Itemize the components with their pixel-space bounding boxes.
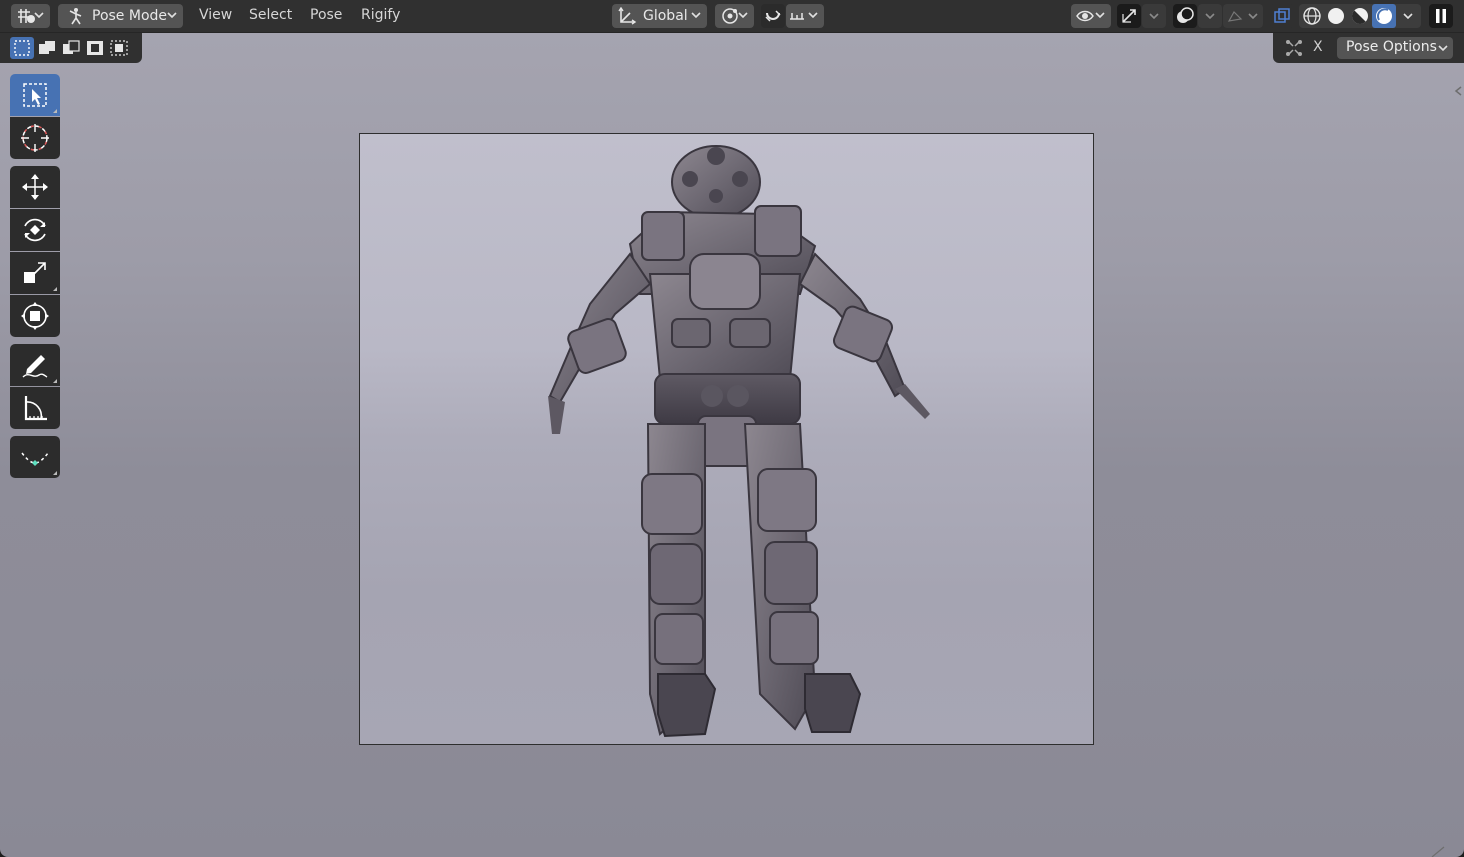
xray-icon bbox=[1274, 8, 1290, 23]
rotate-icon bbox=[24, 218, 46, 242]
tool-transform[interactable] bbox=[10, 295, 60, 337]
pivot-point-dropdown[interactable] bbox=[715, 4, 754, 28]
menu-rigify[interactable]: Rigify bbox=[361, 7, 400, 23]
menu-pose[interactable]: Pose bbox=[310, 7, 342, 23]
select-subtract-icon[interactable] bbox=[59, 37, 83, 59]
wireframe-shading-icon[interactable] bbox=[1300, 4, 1324, 28]
pose-options-dropdown[interactable]: Pose Options bbox=[1337, 37, 1453, 59]
tool-rotate[interactable] bbox=[10, 209, 60, 251]
pose-options-bar: X Pose Options bbox=[1273, 33, 1464, 63]
move-icon bbox=[22, 174, 48, 200]
transform-orientation-dropdown[interactable]: Global bbox=[612, 4, 707, 28]
menu-view[interactable]: View bbox=[199, 7, 232, 23]
selection-mode-bar bbox=[0, 33, 142, 63]
orientation-axes-icon bbox=[618, 7, 637, 25]
select-box-icon bbox=[23, 83, 47, 107]
solid-shading-icon[interactable] bbox=[1324, 4, 1348, 28]
tool-cursor[interactable] bbox=[10, 117, 60, 159]
snap-increment-icon bbox=[790, 13, 804, 20]
rendered-shading-icon bbox=[1376, 8, 1392, 24]
chevron-down-icon bbox=[808, 12, 818, 19]
render-preview-frame bbox=[359, 133, 1094, 745]
chevron-down-icon bbox=[1149, 13, 1159, 20]
bone-mirror-icon[interactable] bbox=[1283, 38, 1305, 58]
rendered-shading-button[interactable] bbox=[1372, 4, 1396, 28]
select-mode-new-button[interactable] bbox=[10, 37, 34, 59]
gizmo-dropdown[interactable] bbox=[1142, 4, 1166, 28]
mirror-x-toggle[interactable]: X bbox=[1313, 39, 1323, 55]
mode-label: Pose Mode bbox=[92, 8, 168, 24]
menu-select[interactable]: Select bbox=[249, 7, 292, 23]
chevron-down-icon bbox=[738, 12, 748, 19]
gizmo-toggle[interactable] bbox=[1117, 4, 1141, 28]
editor-type-button[interactable] bbox=[11, 4, 50, 28]
xray-toggle[interactable] bbox=[1270, 4, 1294, 28]
mesh-edit-overlay-icon bbox=[1227, 11, 1243, 22]
tool-move[interactable] bbox=[10, 166, 60, 208]
tool-options-corner bbox=[53, 109, 57, 113]
tool-select-box[interactable] bbox=[10, 74, 60, 116]
select-invert-icon[interactable] bbox=[83, 37, 107, 59]
gizmo-icon bbox=[1122, 9, 1136, 23]
tool-scale[interactable] bbox=[10, 252, 60, 294]
shading-group bbox=[1299, 4, 1421, 28]
annotate-pencil-icon bbox=[22, 355, 48, 378]
chevron-down-icon bbox=[34, 12, 44, 19]
tool-options-corner bbox=[53, 471, 57, 475]
chevron-down-icon bbox=[167, 12, 177, 19]
tool-relax-pose[interactable] bbox=[10, 436, 60, 478]
tool-options-corner bbox=[53, 287, 57, 291]
scale-icon bbox=[24, 262, 46, 283]
chevron-down-icon bbox=[1438, 45, 1448, 52]
visibility-dropdown[interactable] bbox=[1071, 4, 1111, 28]
sidebar-toggle-icon[interactable] bbox=[1452, 84, 1464, 98]
tool-measure[interactable] bbox=[10, 387, 60, 429]
overlays-icon bbox=[1177, 7, 1194, 23]
mode-selector[interactable]: Pose Mode bbox=[58, 4, 183, 28]
pause-icon bbox=[1436, 9, 1446, 23]
chevron-down-icon bbox=[1205, 13, 1215, 20]
measure-ruler-icon bbox=[24, 396, 47, 421]
chevron-down-icon bbox=[1095, 12, 1105, 19]
pose-options-label: Pose Options bbox=[1346, 39, 1437, 55]
chevron-down-icon[interactable] bbox=[1401, 9, 1415, 23]
select-set-icon bbox=[14, 40, 30, 56]
area-corner-icon[interactable] bbox=[1430, 846, 1446, 857]
material-shading-icon[interactable] bbox=[1348, 4, 1372, 28]
armature-pose-icon bbox=[69, 8, 82, 25]
overlays-dropdown[interactable] bbox=[1198, 4, 1222, 28]
viewport-header: Pose Mode View Select Pose Rigify Global bbox=[0, 0, 1464, 33]
snap-toggle[interactable] bbox=[761, 4, 785, 28]
chevron-down-icon bbox=[1248, 13, 1258, 20]
select-extend-icon[interactable] bbox=[35, 37, 59, 59]
snap-target-dropdown[interactable] bbox=[786, 4, 824, 28]
chevron-down-icon bbox=[691, 12, 701, 19]
transform-icon bbox=[21, 302, 49, 330]
pause-render-button[interactable] bbox=[1429, 4, 1453, 28]
relax-pose-icon bbox=[21, 452, 49, 466]
armored-character-model bbox=[548, 145, 930, 738]
xray-dropdown[interactable] bbox=[1223, 4, 1263, 28]
tool-annotate[interactable] bbox=[10, 344, 60, 386]
select-intersect-icon[interactable] bbox=[107, 37, 131, 59]
orientation-label: Global bbox=[643, 8, 688, 24]
overlays-toggle[interactable] bbox=[1173, 4, 1197, 28]
cursor-icon bbox=[21, 124, 49, 152]
tool-options-corner bbox=[53, 379, 57, 383]
magnet-icon bbox=[765, 10, 781, 22]
